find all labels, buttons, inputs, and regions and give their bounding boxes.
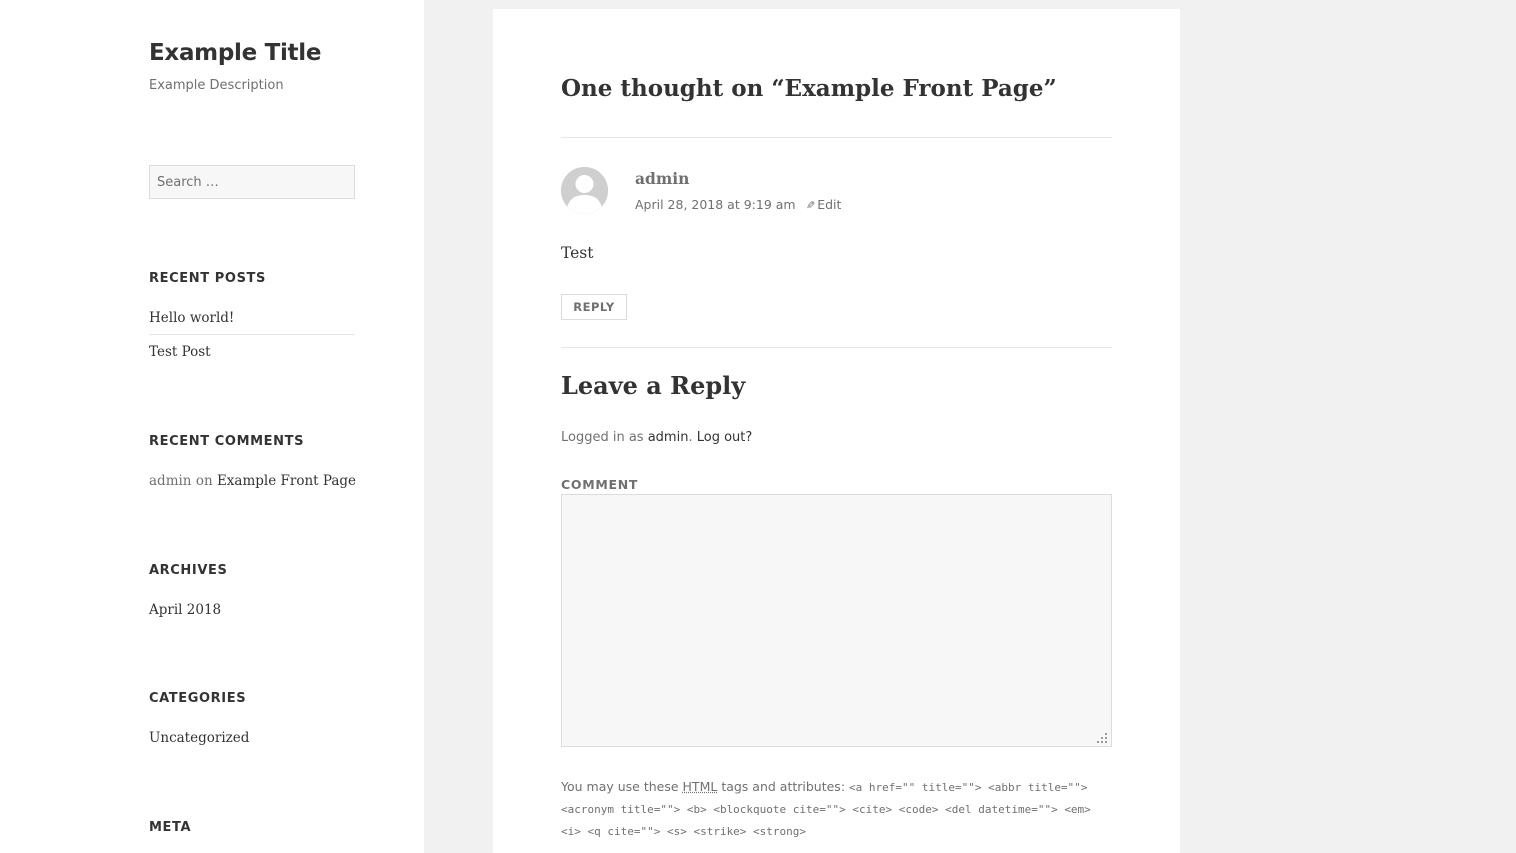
default-avatar-icon — [561, 167, 608, 214]
allowed-intro: You may use these — [561, 779, 679, 794]
categories-heading: CATEGORIES — [149, 691, 247, 706]
pencil-icon: ✎ — [806, 199, 816, 212]
comments-area: One thought on “Example Front Page” admi… — [493, 9, 1180, 853]
comment-date[interactable]: April 28, 2018 at 9:19 am — [635, 197, 796, 212]
html-abbr: HTML — [682, 779, 718, 794]
logged-in-as: Logged in as admin. Log out? — [561, 430, 753, 445]
recent-post-link[interactable]: Hello world! — [149, 310, 234, 326]
recent-comments-heading: RECENT COMMENTS — [149, 434, 305, 449]
category-link[interactable]: Uncategorized — [149, 730, 249, 746]
archives-heading: ARCHIVES — [149, 563, 228, 578]
site-title[interactable]: Example Title — [149, 40, 321, 66]
allowed-mid: tags and attributes: — [721, 779, 846, 794]
recent-comment-item: admin on Example Front Page — [149, 473, 356, 489]
recent-comment-author: admin — [149, 473, 192, 489]
widget-divider — [149, 334, 355, 335]
recent-post-link[interactable]: Test Post — [149, 344, 211, 360]
leave-reply-title: Leave a Reply — [561, 371, 746, 400]
site-description: Example Description — [149, 78, 284, 93]
search-input[interactable] — [149, 165, 355, 199]
comment-author[interactable]: admin — [635, 169, 689, 188]
profile-link[interactable]: admin — [648, 430, 689, 445]
divider — [561, 347, 1112, 348]
edit-label: Edit — [817, 197, 842, 212]
archive-link[interactable]: April 2018 — [149, 602, 221, 618]
edit-comment-link[interactable]: ✎ Edit — [806, 197, 841, 212]
comments-title: One thought on “Example Front Page” — [561, 75, 1057, 102]
reply-button[interactable]: REPLY — [561, 294, 627, 320]
comment-textarea[interactable] — [561, 494, 1112, 747]
recent-comment-on: on — [195, 473, 213, 489]
allowed-tags-note: You may use these HTML tags and attribut… — [561, 776, 1112, 842]
comment-body: Test — [561, 244, 594, 262]
divider — [561, 137, 1112, 138]
meta-heading: META — [149, 820, 192, 835]
recent-posts-heading: RECENT POSTS — [149, 271, 266, 286]
logged-in-prefix: Logged in as — [561, 430, 644, 445]
recent-comment-post-link[interactable]: Example Front Page — [217, 473, 356, 489]
logout-link[interactable]: Log out? — [697, 430, 753, 445]
sidebar: Example Title Example Description RECENT… — [0, 0, 424, 853]
comment-label: COMMENT — [561, 477, 639, 492]
resize-grip-icon[interactable] — [1096, 732, 1108, 744]
